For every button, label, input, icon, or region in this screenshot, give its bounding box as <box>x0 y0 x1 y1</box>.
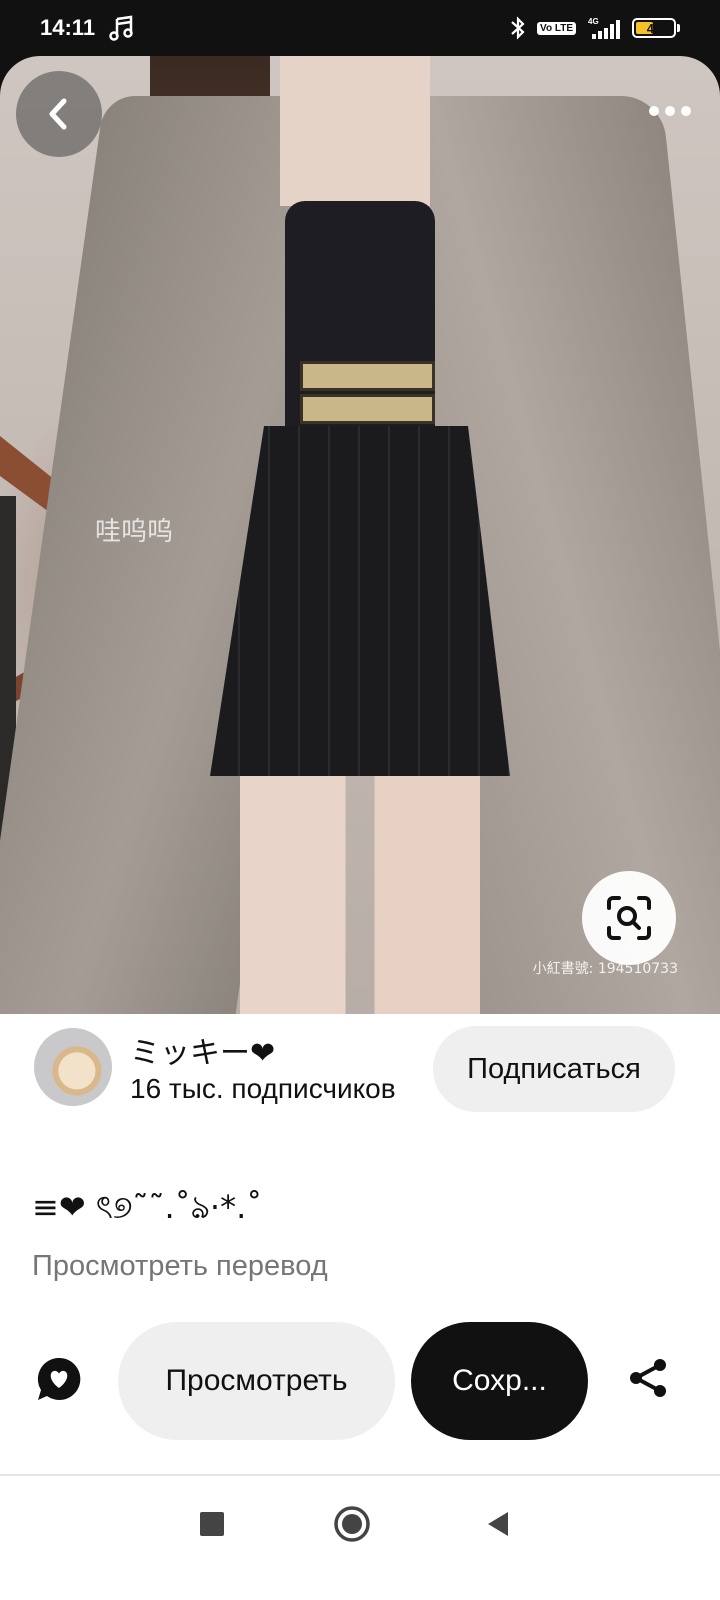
signal-icon: 4G <box>586 16 622 40</box>
home-button[interactable] <box>332 1504 372 1544</box>
more-dots-icon <box>649 106 691 116</box>
legs <box>240 776 480 1014</box>
creator-name[interactable]: ミッキー❤ <box>130 1028 275 1072</box>
volte-icon: Vo LTE <box>537 21 576 35</box>
pin-image[interactable]: 哇呜呜 小紅書號: 194510733 <box>0 56 720 1014</box>
svg-text:4G: 4G <box>588 17 599 26</box>
recent-apps-button[interactable] <box>192 1504 232 1544</box>
back-triangle-icon <box>488 1512 508 1536</box>
status-bar: 14:11 Vo LTE 4G 46 <box>0 0 720 56</box>
watermark-text: 哇呜呜 <box>95 517 174 547</box>
recent-apps-icon <box>200 1512 224 1536</box>
comment-button[interactable] <box>30 1350 88 1408</box>
view-translation-link[interactable]: Просмотреть перевод <box>32 1250 328 1283</box>
back-button[interactable] <box>16 71 102 157</box>
more-options-button[interactable] <box>640 86 700 136</box>
battery-icon: 46 <box>632 18 680 38</box>
status-time: 14:11 <box>40 15 96 40</box>
visual-search-icon <box>607 896 651 940</box>
share-icon <box>630 1359 666 1397</box>
system-nav-bar <box>0 1476 720 1600</box>
save-button[interactable]: Сохр... <box>411 1322 588 1440</box>
music-note-icon <box>109 15 135 41</box>
view-button[interactable]: Просмотреть <box>118 1322 395 1440</box>
comment-heart-icon <box>37 1357 81 1400</box>
belt <box>300 361 435 391</box>
follower-count: 16 тыс. подписчиков <box>130 1073 396 1104</box>
neckline <box>280 56 430 206</box>
home-icon <box>334 1506 370 1542</box>
battery-level: 46 <box>646 20 662 36</box>
bluetooth-icon <box>509 16 527 40</box>
share-button[interactable] <box>620 1350 676 1406</box>
nav-back-button[interactable] <box>478 1504 518 1544</box>
belt <box>300 394 435 424</box>
watermark-id: 小紅書號: 194510733 <box>532 961 678 977</box>
avatar[interactable] <box>34 1028 112 1106</box>
subscribe-button[interactable]: Подписаться <box>433 1026 675 1112</box>
visual-search-button[interactable] <box>582 871 676 965</box>
pin-description: ≡❤ ৎ୭˜˜.˚ঌ·*.˚ <box>32 1188 263 1226</box>
back-arrow-icon <box>49 98 67 130</box>
